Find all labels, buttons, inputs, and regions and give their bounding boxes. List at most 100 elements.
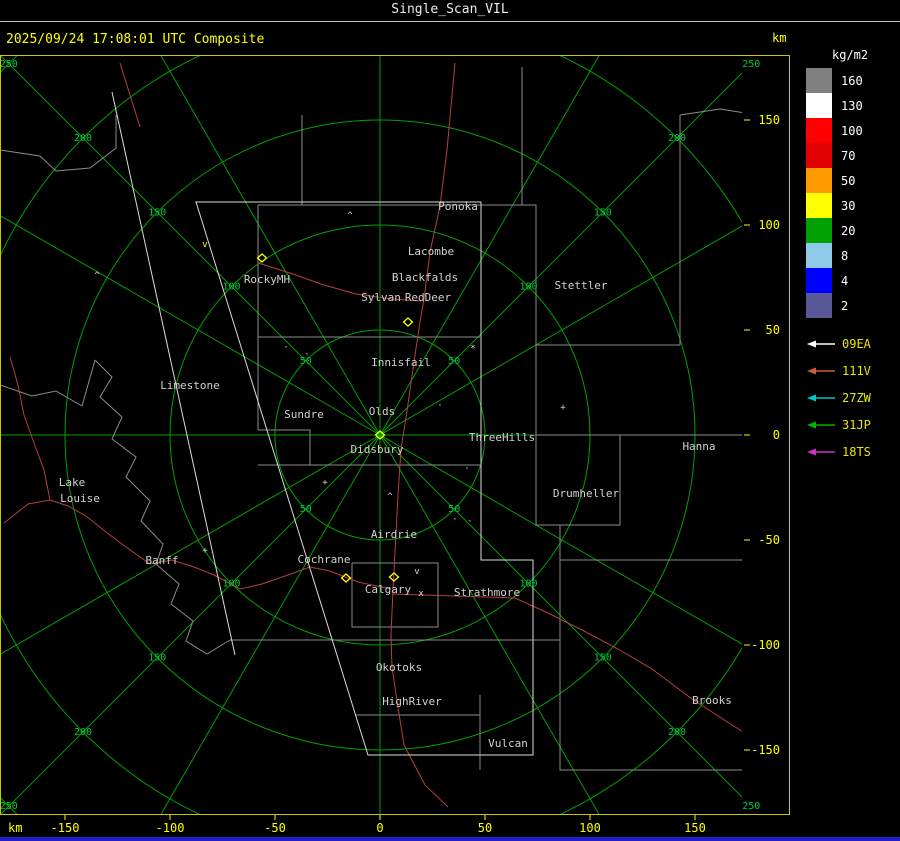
bottom-axis-label: -150 xyxy=(51,821,80,835)
legend-panel: kg/m2 160 130 100 70 50 30 20 8 4 2 09EA 111V 27ZW 3… xyxy=(806,48,900,465)
bottom-axis-label: -100 xyxy=(156,821,185,835)
city-label: Brooks xyxy=(692,694,732,707)
bottom-axis-label: 0 xyxy=(376,821,383,835)
station-row: 111V xyxy=(806,357,900,384)
station-id: 18TS xyxy=(842,444,871,459)
map-point-marker: · xyxy=(437,401,442,411)
legend-row: 100 xyxy=(806,118,900,143)
bottom-axis-label: 50 xyxy=(478,821,492,835)
ring-distance-label: 150 xyxy=(594,207,612,218)
legend-value: 20 xyxy=(841,223,856,238)
station-arrow-icon xyxy=(807,448,835,455)
legend-value: 30 xyxy=(841,198,856,213)
legend-color-swatch xyxy=(806,93,832,118)
bottom-axis-label: -50 xyxy=(264,821,286,835)
legend-row: 50 xyxy=(806,168,900,193)
ring-distance-label: 150 xyxy=(148,207,166,218)
highway-line xyxy=(392,593,742,732)
ring-distance-label: 100 xyxy=(222,578,240,589)
right-axis-label: 150 xyxy=(758,113,780,127)
window-title: Single_Scan_VIL xyxy=(391,2,509,17)
city-label: Vulcan xyxy=(488,737,528,750)
legend-value: 70 xyxy=(841,148,856,163)
legend-row: 20 xyxy=(806,218,900,243)
title-separator xyxy=(0,21,900,22)
map-point-marker: x xyxy=(418,589,424,599)
city-label: Didsbury xyxy=(351,443,404,456)
ring-distance-label: 50 xyxy=(448,356,460,367)
radar-sector-outline xyxy=(111,91,236,656)
city-label: Stettler xyxy=(555,279,608,292)
right-axis-label: 100 xyxy=(758,218,780,232)
highway-line xyxy=(9,356,51,501)
azimuth-line xyxy=(160,434,381,815)
legend-color-swatch xyxy=(806,68,832,93)
window-title-bar: Single_Scan_VIL xyxy=(0,0,900,21)
station-arrow-icon xyxy=(807,367,835,374)
map-point-marker: + xyxy=(202,546,208,556)
azimuth-line xyxy=(379,434,600,815)
legend-value: 4 xyxy=(841,273,849,288)
legend-value: 50 xyxy=(841,173,856,188)
legend-row: 2 xyxy=(806,293,900,318)
highway-line xyxy=(3,499,392,590)
station-legend: 09EA 111V 27ZW 31JP 18TS xyxy=(806,330,900,465)
right-axis-label: -50 xyxy=(758,533,780,547)
ring-distance-label: 150 xyxy=(594,653,612,664)
city-label: HighRiver xyxy=(382,695,442,708)
legend-color-swatch xyxy=(806,218,832,243)
map-point-marker: · xyxy=(467,517,472,527)
ring-distance-label: 200 xyxy=(74,727,92,738)
legend-row: 4 xyxy=(806,268,900,293)
azimuth-line xyxy=(0,55,381,436)
legend-color-swatch xyxy=(806,168,832,193)
timestamp-label: 2025/09/24 17:08:01 UTC Composite xyxy=(6,32,265,47)
legend-color-swatch xyxy=(806,243,832,268)
city-label: Blackfalds xyxy=(392,271,458,284)
station-id: 27ZW xyxy=(842,390,871,405)
city-label: Louise xyxy=(60,492,100,505)
city-label: Cochrane xyxy=(298,553,351,566)
legend-value: 8 xyxy=(841,248,849,263)
ring-distance-label: 250 xyxy=(0,801,18,812)
ring-distance-label: 100 xyxy=(519,282,537,293)
map-point-marker: · xyxy=(283,343,288,353)
ring-distance-label: 200 xyxy=(668,727,686,738)
city-label: Limestone xyxy=(160,379,220,392)
legend-row: 130 xyxy=(806,93,900,118)
legend-color-swatch xyxy=(806,193,832,218)
map-point-marker: + xyxy=(322,478,328,488)
ring-distance-label: 50 xyxy=(300,356,312,367)
ring-distance-label: 250 xyxy=(0,59,18,70)
city-label: Calgary xyxy=(365,583,412,596)
right-axis-label: 0 xyxy=(773,428,780,442)
city-label: ThreeHills xyxy=(469,431,535,444)
ring-distance-label: 200 xyxy=(668,133,686,144)
radar-map[interactable]: Ponoka Lacombe Blackfalds Sylvan RedDeer Rock… xyxy=(0,55,790,841)
bottom-axis-label: 100 xyxy=(579,821,601,835)
map-point-marker: ^ xyxy=(94,271,100,281)
county-boundary xyxy=(521,67,680,346)
map-point-marker: + xyxy=(560,403,566,413)
map-point-marker: ^ xyxy=(347,211,353,221)
city-label: Innisfail xyxy=(371,356,431,369)
legend-row: 70 xyxy=(806,143,900,168)
station-row: 27ZW xyxy=(806,384,900,411)
city-label: Banff xyxy=(145,554,178,567)
ring-distance-label: 50 xyxy=(300,504,312,515)
legend-value: 100 xyxy=(841,123,863,138)
legend-row: 8 xyxy=(806,243,900,268)
city-label: Airdrie xyxy=(371,528,417,541)
right-axis-unit-label: km xyxy=(772,31,787,45)
city-label: Lacombe xyxy=(408,245,454,258)
city-label: Drumheller xyxy=(553,487,620,500)
station-row: 18TS xyxy=(806,438,900,465)
station-id: 31JP xyxy=(842,417,871,432)
map-point-marker: · xyxy=(464,464,469,474)
map-point-marker: v xyxy=(414,567,419,577)
legend-color-swatch xyxy=(806,143,832,168)
station-arrow-icon xyxy=(807,421,835,428)
station-row: 09EA xyxy=(806,330,900,357)
station-arrow-icon xyxy=(807,340,835,347)
county-boundary xyxy=(679,108,742,116)
